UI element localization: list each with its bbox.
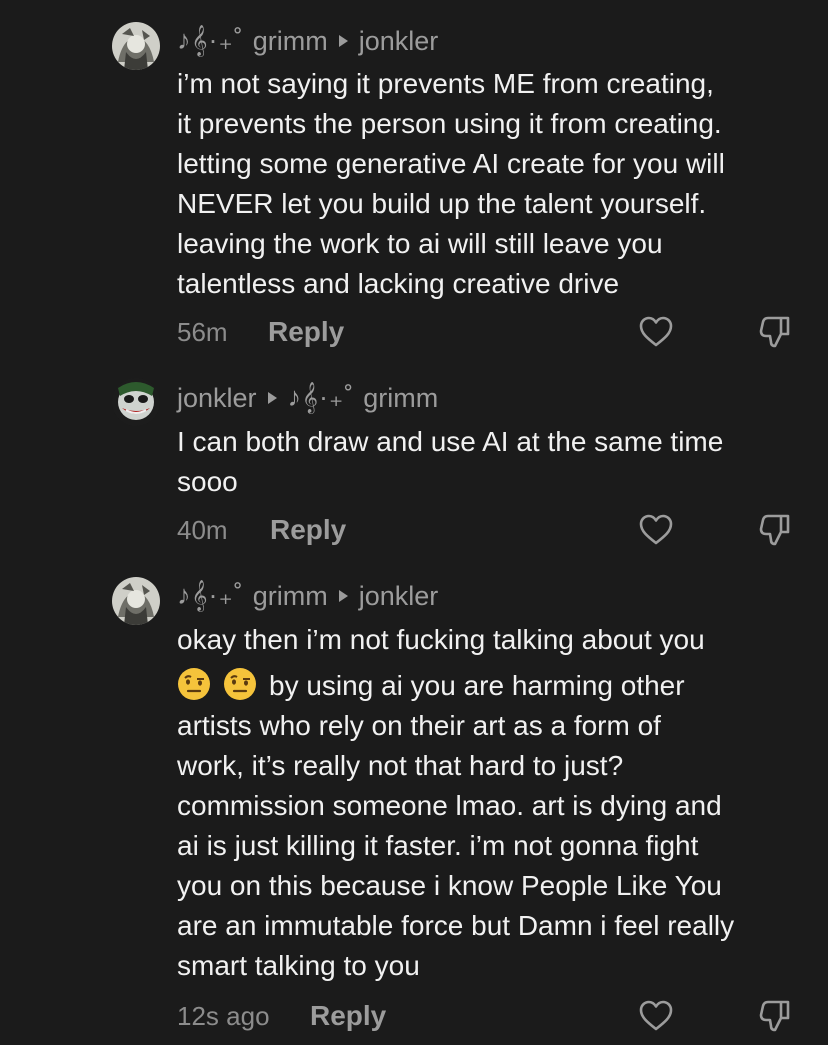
- author-name[interactable]: grimm: [253, 581, 328, 612]
- timestamp: 12s ago: [177, 1001, 270, 1031]
- reply-to-symbols: ♪𝄞·₊˚: [287, 382, 355, 412]
- comment-line: smart talking to you: [177, 950, 420, 981]
- raised-eyebrow-emoji-icon: [223, 667, 257, 701]
- reply-button[interactable]: Reply: [310, 996, 386, 1036]
- comment-line: commission someone lmao. art is dying an…: [177, 790, 722, 821]
- timestamp: 40m: [177, 515, 228, 545]
- heart-icon[interactable]: [638, 314, 674, 350]
- comment-line: I can both draw and use AI at the same t…: [177, 426, 724, 457]
- thumbs-down-icon[interactable]: [757, 998, 793, 1034]
- raised-eyebrow-emoji-icon: [177, 667, 211, 701]
- comment-text: i’m not saying it prevents ME from creat…: [177, 64, 817, 304]
- comment-line: sooo: [177, 466, 238, 497]
- author-name[interactable]: jonkler: [177, 383, 257, 414]
- author-name[interactable]: grimm: [253, 26, 328, 57]
- heart-icon[interactable]: [638, 998, 674, 1034]
- comment-line: ai is just killing it faster. i’m not go…: [177, 830, 699, 861]
- comment-line: work, it’s really not that hard to just?: [177, 750, 624, 781]
- comment-line: NEVER let you build up the talent yourse…: [177, 188, 707, 219]
- comment-header: ♪𝄞·₊˚ grimm jonkler: [177, 21, 438, 61]
- comment-text: I can both draw and use AI at the same t…: [177, 422, 817, 502]
- comment-footer: 40m Reply: [177, 510, 817, 550]
- comment-text: okay then i’m not fucking talking about …: [177, 620, 817, 986]
- avatar-grimm[interactable]: [112, 22, 160, 70]
- reply-arrow-icon: [338, 590, 348, 602]
- comment-footer: 12s ago Reply: [177, 996, 817, 1036]
- comment-line: letting some generative AI create for yo…: [177, 148, 725, 179]
- comment-line: talentless and lacking creative drive: [177, 268, 620, 299]
- comment-line-text: by using ai you are harming other: [269, 670, 685, 701]
- comment-line: it prevents the person using it from cre…: [177, 108, 722, 139]
- reply-to-name[interactable]: grimm: [363, 383, 438, 414]
- reply-arrow-icon: [338, 35, 348, 47]
- reply-to-name[interactable]: jonkler: [359, 581, 439, 612]
- comment-line: are an immutable force but Damn i feel r…: [177, 910, 735, 941]
- comment-line-with-emoji: by using ai you are harming other: [177, 666, 817, 706]
- author-symbols: ♪𝄞·₊˚: [177, 580, 244, 610]
- comment-line: artists who rely on their art as a form …: [177, 710, 661, 741]
- comment-line: you on this because i know People Like Y…: [177, 870, 722, 901]
- author-symbols: ♪𝄞·₊˚: [177, 25, 244, 55]
- thumbs-down-icon[interactable]: [757, 512, 793, 548]
- thumbs-down-icon[interactable]: [757, 314, 793, 350]
- avatar-grimm[interactable]: [112, 577, 160, 625]
- timestamp: 56m: [177, 317, 228, 347]
- comment-header: ♪𝄞·₊˚ grimm jonkler: [177, 576, 438, 616]
- comment-header: jonkler ♪𝄞·₊˚ grimm: [177, 378, 438, 418]
- reply-arrow-icon: [267, 392, 277, 404]
- reply-button[interactable]: Reply: [268, 312, 344, 352]
- comment-footer: 56m Reply: [177, 312, 817, 352]
- avatar-jonkler[interactable]: [112, 378, 160, 426]
- reply-button[interactable]: Reply: [270, 510, 346, 550]
- heart-icon[interactable]: [638, 512, 674, 548]
- reply-to-name[interactable]: jonkler: [359, 26, 439, 57]
- comment-line: i’m not saying it prevents ME from creat…: [177, 68, 714, 99]
- comment-line: okay then i’m not fucking talking about …: [177, 624, 705, 655]
- comment-line: leaving the work to ai will still leave …: [177, 228, 663, 259]
